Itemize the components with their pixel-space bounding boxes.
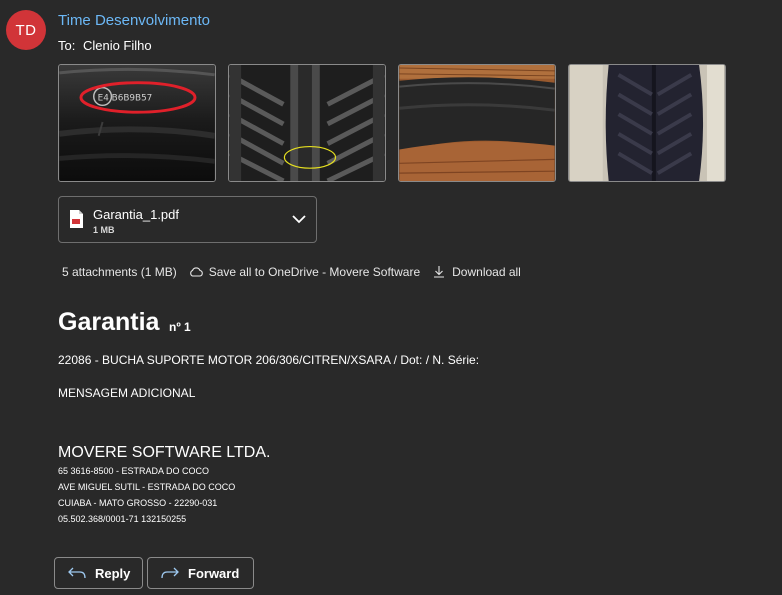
avatar-initials: TD [15, 21, 37, 39]
sender-name[interactable]: Time Desenvolvimento [58, 12, 210, 29]
address-line: 65 3616-8500 - ESTRADA DO COCO [58, 466, 210, 476]
image-thumbnail-sidewall[interactable]: E4 B6B9B57 [58, 64, 216, 182]
tread-closeup-photo-icon [569, 65, 725, 181]
product-line: 22086 - BUCHA SUPORTE MOTOR 206/306/CITR… [58, 353, 480, 367]
forward-label: Forward [188, 565, 240, 581]
reply-button[interactable]: Reply [54, 557, 143, 589]
reply-label: Reply [95, 565, 131, 581]
pdf-icon [70, 210, 83, 228]
message-title: Garantia [58, 308, 160, 336]
cloud-icon [189, 267, 203, 277]
image-thumbnail-tread[interactable] [228, 64, 386, 182]
attachment-name: Garantia_1.pdf [93, 207, 180, 222]
image-thumbnail-tread-closeup[interactable] [568, 64, 726, 182]
recipient-line: To: Clenio Filho [58, 38, 152, 53]
svg-text:E4 B6B9B57: E4 B6B9B57 [98, 93, 153, 103]
recipient-name[interactable]: Clenio Filho [83, 38, 152, 53]
additional-message: MENSAGEM ADICIONAL [58, 386, 196, 400]
message-title-number: nº 1 [169, 320, 191, 334]
tire-tread-photo-icon [229, 65, 385, 181]
attachment-size: 1 MB [93, 225, 115, 235]
download-all-link[interactable]: Download all [452, 265, 521, 279]
forward-button[interactable]: Forward [147, 557, 254, 589]
to-label: To: [58, 38, 76, 53]
chevron-down-icon[interactable] [292, 214, 306, 224]
attachments-summary: 5 attachments (1 MB) [62, 265, 177, 279]
address-line: CUIABA - MATO GROSSO - 22290-031 [58, 498, 218, 508]
attachments-toolbar: 5 attachments (1 MB) Save all to OneDriv… [62, 265, 521, 279]
save-to-onedrive-link[interactable]: Save all to OneDrive - Movere Software [209, 265, 420, 279]
download-icon [434, 266, 445, 278]
image-thumbnail-worn-tire[interactable] [398, 64, 556, 182]
worn-tire-photo-icon [399, 65, 555, 181]
tire-sidewall-photo-icon: E4 B6B9B57 [59, 65, 215, 181]
pdf-attachment-card[interactable]: Garantia_1.pdf 1 MB [58, 196, 317, 243]
image-attachments: E4 B6B9B57 [58, 64, 726, 182]
reply-arrow-icon [68, 567, 86, 579]
address-line: 05.502.368/0001-71 132150255 [58, 514, 187, 524]
address-line: AVE MIGUEL SUTIL - ESTRADA DO COCO [58, 482, 236, 492]
company-name: MOVERE SOFTWARE LTDA. [58, 444, 271, 461]
sender-avatar[interactable]: TD [6, 10, 46, 50]
forward-arrow-icon [161, 567, 179, 579]
